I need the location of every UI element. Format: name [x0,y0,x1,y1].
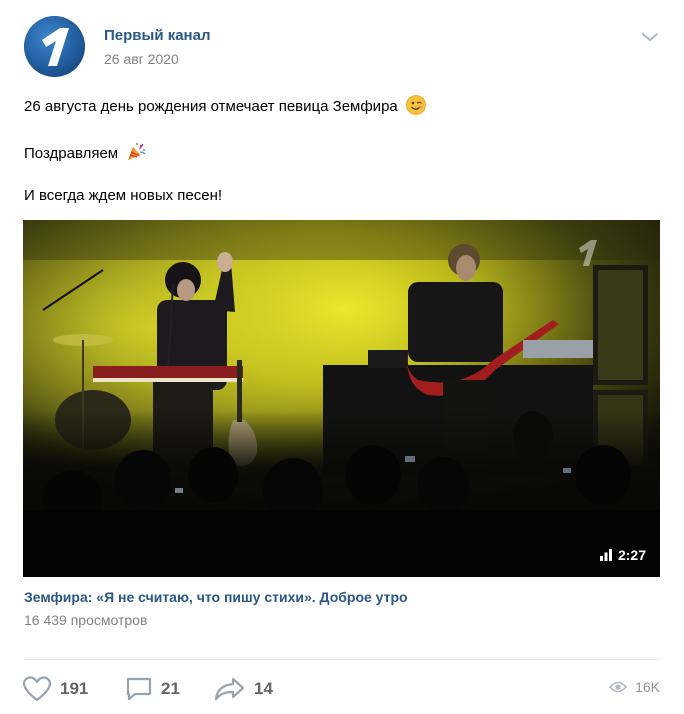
comment-bubble-icon [126,677,152,701]
channel-name-link[interactable]: Первый канал [104,27,211,44]
video-player-thumbnail[interactable]: 2:27 [23,220,660,577]
post-text-birthday: 26 августа день рождения отмечает певица… [24,98,398,115]
video-duration: 2:27 [617,547,646,563]
like-count: 191 [60,679,89,698]
signal-bars-icon [599,549,612,561]
views-count: 16K [635,679,660,695]
concert-video-frame [23,220,660,577]
video-duration-badge: 2:27 [599,547,646,563]
party-popper-icon [128,143,146,160]
share-count: 14 [254,679,273,698]
post-text-line-3: И всегда ждем новых песен! [24,187,223,204]
like-button[interactable]: 191 [22,675,88,703]
post-views: 16K [609,679,660,695]
post-date[interactable]: 26 авг 2020 [104,51,179,67]
heart-icon [22,676,52,702]
winking-face-icon [406,95,426,115]
video-title-link[interactable]: Земфира: «Я не считаю, что пишу стихи». … [24,589,408,605]
eye-icon [609,681,628,693]
post-divider [24,659,660,660]
chevron-down-icon[interactable] [640,30,660,44]
share-button[interactable]: 14 [214,675,273,703]
channel-one-logo-icon [24,16,85,77]
channel-avatar[interactable] [24,16,85,77]
wall-post: Первый канал 26 авг 2020 26 августа день… [0,0,684,714]
post-text-line-1: 26 августа день рождения отмечает певица… [24,95,426,115]
post-text-congrats: Поздравляем [24,145,119,162]
post-text-line-2: Поздравляем [24,142,146,162]
comment-button[interactable]: 21 [125,675,180,703]
video-views-count: 16 439 просмотров [24,612,148,628]
comment-count: 21 [161,679,180,698]
share-arrow-icon [214,677,245,701]
